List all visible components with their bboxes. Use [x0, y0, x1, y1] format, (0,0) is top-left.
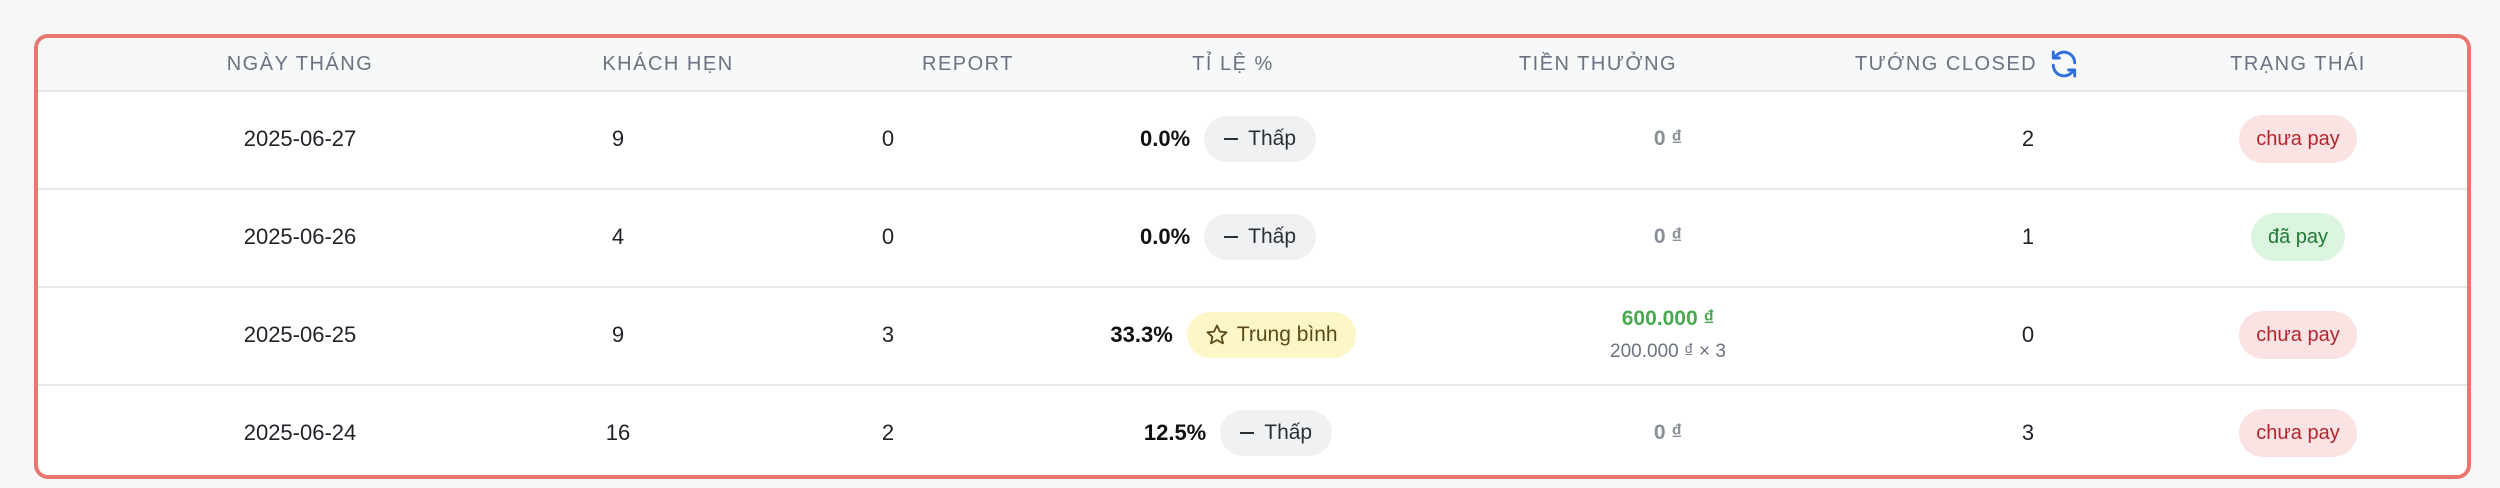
- date-cell: 2025-06-27: [243, 126, 357, 151]
- status-badge[interactable]: chưa pay: [2239, 409, 2357, 457]
- date-cell: 2025-06-26: [243, 224, 357, 249]
- minus-icon: [1240, 432, 1255, 434]
- header-appointments: KHÁCH HẸN: [602, 52, 734, 75]
- appointments-cell: 9: [611, 126, 625, 151]
- rate-cell: 33.3% Trung bình: [1068, 286, 1398, 384]
- closed-cell: 1: [2021, 224, 2035, 249]
- appointments-cell: 9: [611, 322, 625, 347]
- header-closed-label: TƯỚNG CLOSED: [1854, 52, 2038, 75]
- level-badge: Thấp: [1204, 116, 1317, 162]
- table-row: 2025-06-24 16 2 12.5% Thấp 0 ₫ 3 chưa pa…: [38, 384, 2467, 475]
- bonus-cell: 600.000 ₫ 200.000 ₫ × 3: [1518, 286, 1818, 384]
- report-cell: 3: [881, 322, 895, 347]
- level-badge: Trung bình: [1186, 312, 1356, 358]
- star-outline-icon: [1206, 324, 1228, 345]
- status-cell: chưa pay: [2178, 286, 2418, 384]
- bonus-breakdown: 200.000 ₫ × 3: [1610, 341, 1726, 362]
- report-cell: 0: [881, 126, 895, 151]
- bonus-cell: 0 ₫: [1518, 188, 1818, 286]
- level-label: Thấp: [1248, 225, 1297, 248]
- appointments-cell: 4: [611, 224, 625, 249]
- bonus-cell: 0 ₫: [1518, 384, 1818, 475]
- status-badge[interactable]: chưa pay: [2239, 311, 2357, 359]
- bonus-cell: 0 ₫: [1518, 90, 1818, 188]
- closed-cell: 0: [2021, 322, 2035, 347]
- header-rate: TỈ LỆ %: [1192, 52, 1274, 75]
- table-header: NGÀY THÁNG KHÁCH HẸN REPORT TỈ LỆ % TIỀN…: [38, 38, 2467, 92]
- minus-icon: [1224, 138, 1239, 140]
- closed-cell: 2: [2021, 126, 2035, 151]
- refresh-icon[interactable]: [2047, 47, 2081, 81]
- status-cell: chưa pay: [2178, 384, 2418, 475]
- level-label: Thấp: [1264, 421, 1313, 444]
- appointments-cell: 16: [605, 420, 631, 445]
- status-badge[interactable]: chưa pay: [2239, 115, 2357, 163]
- level-badge: Thấp: [1204, 214, 1317, 260]
- table-row: 2025-06-26 4 0 0.0% Thấp 0 ₫ 1 đã pay: [38, 188, 2467, 288]
- report-cell: 2: [881, 420, 895, 445]
- level-label: Trung bình: [1236, 323, 1338, 346]
- rate-cell: 12.5% Thấp: [1088, 384, 1388, 475]
- minus-icon: [1224, 236, 1239, 238]
- rate-value: 33.3%: [1110, 322, 1173, 347]
- bonus-amount: 0 ₫: [1653, 225, 1683, 248]
- table-row: 2025-06-27 9 0 0.0% Thấp 0 ₫ 2 chưa pay: [38, 90, 2467, 190]
- date-cell: 2025-06-25: [243, 322, 357, 347]
- rate-value: 12.5%: [1143, 420, 1207, 445]
- rate-value: 0.0%: [1139, 126, 1191, 151]
- status-cell: chưa pay: [2178, 90, 2418, 188]
- date-cell: 2025-06-24: [243, 420, 357, 445]
- bonus-amount: 600.000 ₫: [1621, 307, 1715, 330]
- rate-cell: 0.0% Thấp: [1078, 90, 1378, 188]
- bonus-amount: 0 ₫: [1653, 421, 1683, 444]
- commission-table-card: NGÀY THÁNG KHÁCH HẸN REPORT TỈ LỆ % TIỀN…: [34, 34, 2471, 479]
- closed-cell: 3: [2021, 420, 2035, 445]
- level-badge: Thấp: [1220, 410, 1333, 456]
- header-date: NGÀY THÁNG: [226, 52, 374, 75]
- header-closed: TƯỚNG CLOSED: [1818, 38, 2118, 90]
- rate-cell: 0.0% Thấp: [1078, 188, 1378, 286]
- header-bonus: TIỀN THƯỞNG: [1518, 52, 1678, 75]
- report-cell: 0: [881, 224, 895, 249]
- level-label: Thấp: [1248, 127, 1297, 150]
- bonus-amount: 0 ₫: [1653, 127, 1683, 150]
- header-status: TRẠNG THÁI: [2230, 52, 2366, 75]
- table-row: 2025-06-25 9 3 33.3% Trung bình 600.000 …: [38, 286, 2467, 386]
- header-report: REPORT: [922, 52, 1014, 75]
- status-badge[interactable]: đã pay: [2250, 213, 2346, 261]
- status-cell: đã pay: [2178, 188, 2418, 286]
- rate-value: 0.0%: [1139, 224, 1191, 249]
